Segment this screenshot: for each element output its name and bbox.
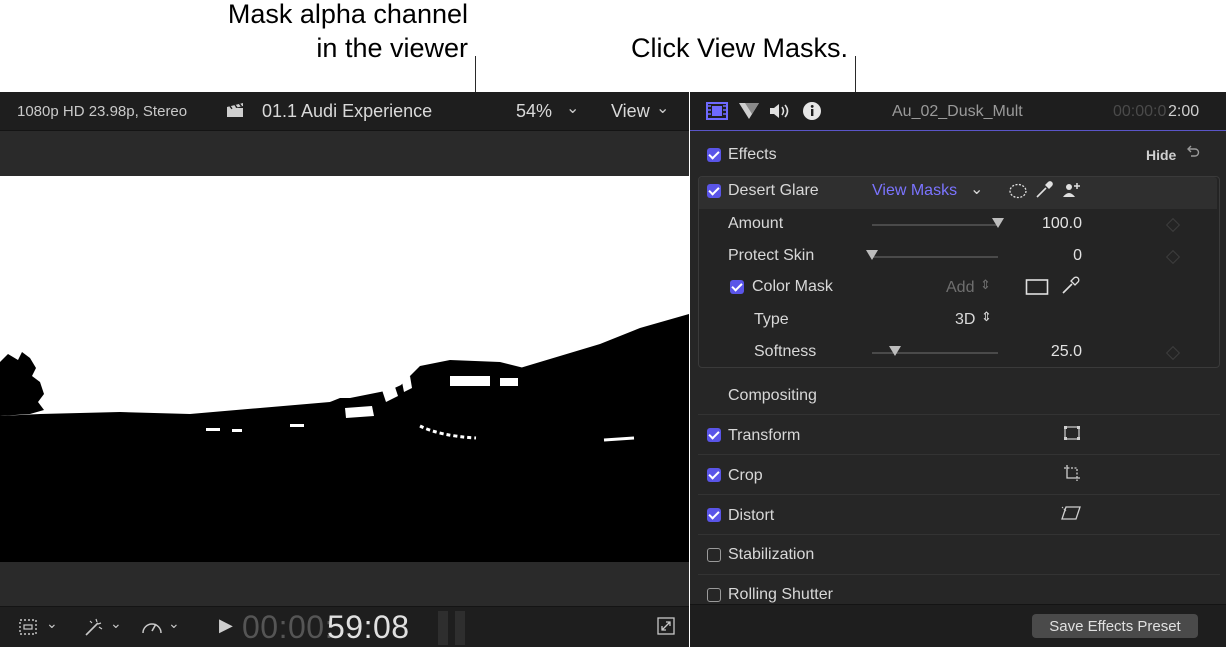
crop-checkbox[interactable] [707, 468, 721, 482]
transform-checkbox[interactable] [707, 428, 721, 442]
chevron-down-icon[interactable]: ⌄ [46, 615, 58, 635]
transform-onscreen-icon[interactable] [1063, 425, 1081, 441]
protect-skin-slider-knob[interactable] [866, 250, 878, 260]
view-masks-button[interactable]: View Masks [872, 182, 957, 200]
shape-mask-icon[interactable] [1008, 182, 1028, 200]
color-mask-label: Color Mask [752, 278, 833, 295]
chevron-down-icon[interactable]: ⌄ [970, 179, 983, 199]
divider [698, 454, 1220, 455]
callout-mask-line1: Mask alpha channel [227, 0, 468, 29]
inspector-footer: Save Effects Preset [690, 604, 1226, 647]
save-effects-preset-button[interactable]: Save Effects Preset [1032, 614, 1198, 638]
viewer-mask-image [0, 176, 689, 562]
section-distort[interactable]: Distort [728, 507, 774, 525]
transform-tools-icon[interactable] [18, 617, 40, 637]
divider [698, 574, 1220, 575]
section-stabilization[interactable]: Stabilization [728, 546, 814, 564]
chevron-down-icon[interactable]: ⌄ [168, 615, 180, 635]
protect-skin-value[interactable]: 0 [1012, 247, 1082, 265]
viewer: 1080p HD 23.98p, Stereo 01.1 Audi Experi… [0, 92, 689, 647]
crop-onscreen-icon[interactable] [1063, 464, 1081, 482]
distort-onscreen-icon[interactable] [1060, 505, 1082, 521]
retime-speedometer-icon[interactable] [140, 617, 164, 637]
type-popup[interactable]: 3D [955, 311, 975, 329]
viewer-header: 1080p HD 23.98p, Stereo 01.1 Audi Experi… [0, 92, 689, 131]
zoom-menu[interactable]: 54% [516, 101, 552, 122]
clip-duration-leading: 00:00:0 [1113, 103, 1167, 120]
amount-value[interactable]: 100.0 [1012, 215, 1082, 233]
video-inspector-tab-icon[interactable] [706, 102, 728, 120]
audio-inspector-tab-icon[interactable] [768, 102, 792, 120]
softness-value[interactable]: 25.0 [1012, 343, 1082, 361]
viewer-footer: ⌄ ⌄ ⌄ ▶ 00:00: 59:08 [0, 606, 689, 647]
timecode-display[interactable]: 59:08 [327, 609, 410, 646]
desert-glare-checkbox[interactable] [707, 184, 721, 198]
distort-checkbox[interactable] [707, 508, 721, 522]
softness-label: Softness [754, 343, 817, 360]
reset-icon[interactable] [1186, 144, 1200, 158]
project-name[interactable]: 01.1 Audi Experience [262, 101, 432, 122]
inspector: Au_02_Dusk_Mult 00:00:0 2:00 Effects Hid… [690, 92, 1226, 647]
clapper-icon [227, 103, 243, 117]
audio-meter-left [438, 611, 448, 645]
fullscreen-icon[interactable] [656, 616, 676, 636]
chevron-down-icon[interactable]: ⌄ [110, 615, 122, 635]
chevron-down-icon[interactable]: ⌄ [566, 98, 579, 118]
timecode-leading: 00:00: [242, 609, 334, 645]
info-inspector-tab-icon[interactable] [802, 101, 822, 121]
clip-name: Au_02_Dusk_Mult [892, 103, 1023, 120]
protect-skin-slider-track[interactable] [872, 256, 998, 258]
protect-skin-label: Protect Skin [728, 247, 815, 264]
up-down-chevron-icon[interactable]: ⇕ [980, 277, 991, 293]
color-inspector-tab-icon[interactable] [738, 102, 760, 120]
softness-slider-knob[interactable] [888, 346, 901, 356]
divider [698, 414, 1220, 415]
hide-button[interactable]: Hide [1146, 147, 1176, 163]
play-icon[interactable]: ▶ [219, 615, 233, 636]
amount-slider-knob[interactable] [992, 218, 1004, 228]
color-mask-view-icon[interactable] [1025, 278, 1049, 296]
stabilization-checkbox[interactable] [707, 548, 721, 562]
section-transform[interactable]: Transform [728, 427, 800, 445]
inspector-header: Au_02_Dusk_Mult 00:00:0 2:00 [690, 92, 1226, 131]
amount-label: Amount [728, 215, 784, 232]
clip-duration: 2:00 [1168, 103, 1200, 120]
section-crop[interactable]: Crop [728, 467, 763, 485]
up-down-chevron-icon[interactable]: ⇕ [981, 309, 992, 325]
amount-slider-track[interactable] [872, 224, 998, 226]
audio-meter-right [455, 611, 465, 645]
color-mask-checkbox[interactable] [730, 280, 744, 294]
view-menu[interactable]: View [611, 101, 650, 122]
callout-mask-alpha: Mask alpha channel in the viewer [228, 0, 468, 65]
inspector-body: Effects Hide Desert Glare View Masks ⌄ A… [690, 131, 1226, 604]
eyedropper-icon[interactable] [1060, 276, 1080, 296]
color-mask-eyedropper-icon[interactable] [1034, 180, 1054, 200]
callout-view-masks: Click View Masks. [630, 33, 848, 63]
divider [698, 494, 1220, 495]
effects-checkbox[interactable] [707, 148, 721, 162]
mask-alpha-silhouette [0, 176, 689, 562]
format-label[interactable]: 1080p HD 23.98p, Stereo [17, 103, 187, 120]
enhancements-wand-icon[interactable] [82, 617, 106, 637]
add-person-mask-icon[interactable] [1062, 181, 1082, 199]
color-mask-add-popup[interactable]: Add [946, 279, 974, 297]
effect-name: Desert Glare [728, 182, 819, 199]
callout-mask-line2: in the viewer [316, 33, 468, 63]
effects-label: Effects [728, 146, 777, 163]
type-label: Type [754, 311, 789, 328]
section-compositing[interactable]: Compositing [728, 387, 817, 405]
chevron-down-icon[interactable]: ⌄ [656, 98, 669, 118]
rolling-shutter-checkbox[interactable] [707, 588, 721, 602]
section-rolling-shutter[interactable]: Rolling Shutter [728, 586, 833, 604]
divider [698, 534, 1220, 535]
